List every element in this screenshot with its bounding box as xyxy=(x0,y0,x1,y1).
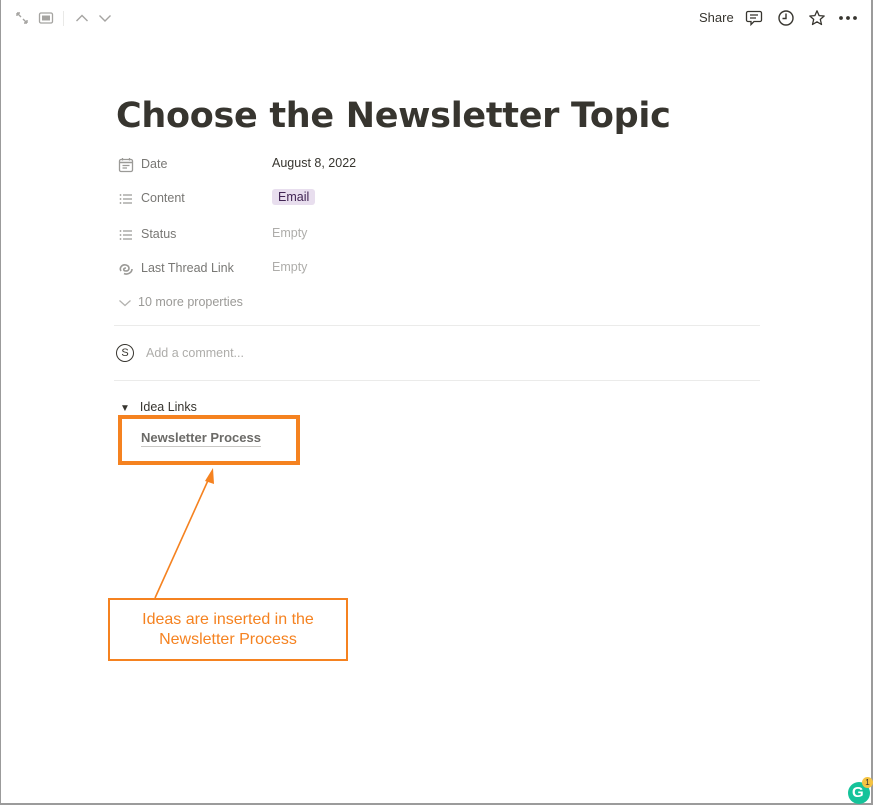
thread-link-icon xyxy=(118,261,134,277)
property-name: Last Thread Link xyxy=(141,261,234,275)
share-button[interactable]: Share xyxy=(699,10,734,25)
toggle-triangle-icon[interactable]: ▼ xyxy=(120,403,130,414)
list-icon xyxy=(118,191,134,207)
more-properties-toggle[interactable]: 10 more properties xyxy=(118,295,243,309)
list-icon xyxy=(118,227,134,243)
property-name: Content xyxy=(141,191,185,205)
chevron-up-icon[interactable] xyxy=(74,10,90,26)
property-row-date[interactable]: Date August 8, 2022 xyxy=(116,154,596,176)
toggle-label: Idea Links xyxy=(139,400,197,414)
callout-line-1: Ideas are inserted in the xyxy=(142,611,314,628)
property-name: Status xyxy=(141,227,177,241)
property-row-content[interactable]: Content Email xyxy=(116,188,596,210)
property-row-last-thread-link[interactable]: Last Thread Link Empty xyxy=(116,258,596,280)
more-options-icon[interactable] xyxy=(838,9,858,27)
comments-icon[interactable] xyxy=(745,9,765,27)
divider xyxy=(114,380,760,381)
divider xyxy=(114,325,760,326)
property-value-last-thread-link[interactable]: Empty xyxy=(272,260,307,274)
property-value-status[interactable]: Empty xyxy=(272,226,307,240)
chevron-down-icon xyxy=(119,300,131,307)
grammarly-icon: G xyxy=(852,784,864,801)
comment-placeholder: Add a comment... xyxy=(146,346,244,360)
toolbar-divider xyxy=(63,11,64,26)
page-title[interactable]: Choose the Newsletter Topic xyxy=(116,96,671,136)
toggle-idea-links[interactable]: ▼ Idea Links xyxy=(120,400,197,414)
favorite-star-icon[interactable] xyxy=(808,9,828,27)
updates-clock-icon[interactable] xyxy=(777,9,797,27)
callout-line-2: Newsletter Process xyxy=(159,631,297,648)
chevron-down-icon[interactable] xyxy=(97,10,113,26)
property-row-status[interactable]: Status Empty xyxy=(116,224,596,246)
content-tag-email[interactable]: Email xyxy=(272,189,316,205)
highlight-box xyxy=(118,415,300,465)
property-value-date[interactable]: August 8, 2022 xyxy=(272,156,356,170)
calendar-icon xyxy=(118,157,134,173)
property-name: Date xyxy=(141,157,168,171)
peek-mode-icon[interactable] xyxy=(38,10,54,26)
grammarly-button[interactable]: G 1 xyxy=(848,777,873,804)
comment-input[interactable]: S Add a comment... xyxy=(116,343,756,367)
grammarly-badge: 1 xyxy=(862,777,873,788)
expand-icon[interactable] xyxy=(14,10,30,26)
annotation-callout: Ideas are inserted in the Newsletter Pro… xyxy=(108,598,348,661)
avatar: S xyxy=(116,344,134,362)
top-toolbar: Share xyxy=(0,0,875,36)
more-properties-label: 10 more properties xyxy=(138,295,243,309)
